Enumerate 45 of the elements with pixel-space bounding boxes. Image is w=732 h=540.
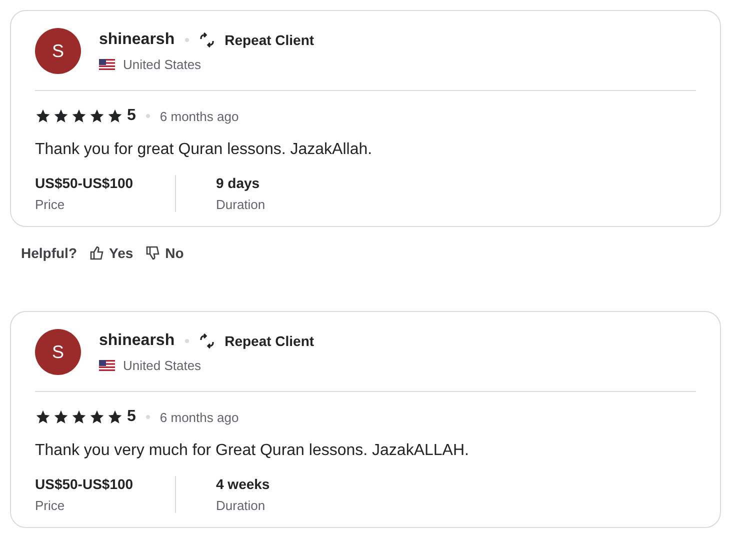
duration-label: Duration (216, 498, 266, 513)
star-icon (35, 409, 51, 425)
country-label: United States (123, 56, 202, 72)
duration-value: 4 weeks (216, 476, 270, 492)
avatar: S (35, 28, 81, 74)
star-icon (89, 108, 105, 124)
repeat-client-label: Repeat Client (224, 32, 314, 48)
separator-dot (184, 38, 189, 42)
price-value: US$50-US$100 (35, 476, 134, 492)
star-icon (53, 409, 69, 425)
duration-label: Duration (216, 197, 266, 212)
thumbs-down-icon (145, 245, 162, 261)
star-icon (107, 108, 123, 124)
separator-dot (146, 114, 150, 118)
helpful-label: Helpful? (21, 245, 77, 261)
country-label: United States (123, 358, 202, 372)
star-icon (107, 409, 123, 425)
star-icon (35, 108, 51, 124)
price-label: Price (35, 197, 66, 212)
reviewer-name: shinearsh (99, 332, 175, 350)
star-icon (89, 409, 105, 425)
separator-dot (146, 415, 150, 419)
no-button[interactable]: No (145, 245, 184, 261)
rating-value: 5 (127, 107, 136, 125)
reviewer-name: shinearsh (99, 30, 175, 48)
review-time: 6 months ago (160, 410, 239, 424)
star-icon (53, 108, 69, 124)
rating-value: 5 (127, 408, 136, 426)
repeat-icon (198, 332, 215, 348)
flag-icon (99, 360, 115, 370)
separator-dot (184, 338, 189, 342)
review-text: Thank you for great Quran lessons. JazakAllah. (35, 141, 374, 159)
thumbs-up-icon (89, 245, 105, 261)
price-label: Price (35, 498, 66, 513)
yes-button[interactable]: Yes (89, 245, 134, 261)
avatar: S (35, 329, 81, 375)
star-icon (71, 108, 87, 124)
repeat-client-label: Repeat Client (224, 332, 314, 348)
price-value: US$50-US$100 (35, 175, 134, 191)
review-time: 6 months ago (160, 108, 239, 124)
duration-value: 9 days (216, 175, 261, 191)
repeat-icon (198, 32, 215, 48)
flag-icon (99, 58, 115, 70)
review-text: Thank you very much for Great Quran lessons. JazakALLAH. (35, 442, 470, 460)
star-icon (71, 409, 87, 425)
